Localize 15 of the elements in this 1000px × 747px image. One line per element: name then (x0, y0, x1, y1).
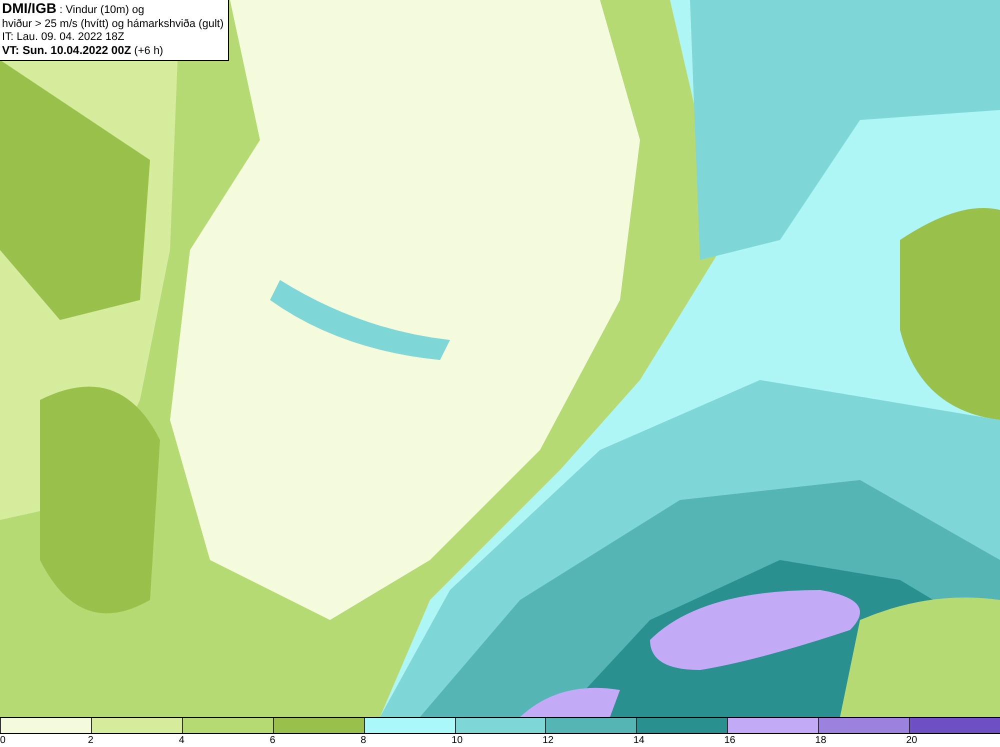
info-line: VT: Sun. 10.04.2022 00Z (+6 h) (2, 44, 164, 58)
legend-tick-label: 4 (178, 734, 184, 747)
legend-tick-label: 6 (270, 734, 276, 747)
legend-tick-label: 16 (724, 734, 736, 747)
legend-tick-label: 2 (88, 734, 94, 747)
legend-tick-label: 12 (542, 734, 554, 747)
info-line: DMI/IGB : Vindur (10m) og (2, 2, 146, 18)
legend-tick-label: 0 (0, 734, 6, 747)
info-line: IT: Lau. 09. 04. 2022 18Z (2, 31, 126, 44)
legend-tick-label: 8 (360, 734, 366, 747)
info-line: hviður > 25 m/s (hvítt) og hámarkshviða (gult) (2, 18, 224, 31)
legend-tick-label: 18 (815, 734, 826, 747)
legend-tick-label: 14 (633, 734, 644, 747)
legend-tick-label: 20 (906, 734, 918, 747)
legend-tick-label: 10 (452, 734, 463, 747)
